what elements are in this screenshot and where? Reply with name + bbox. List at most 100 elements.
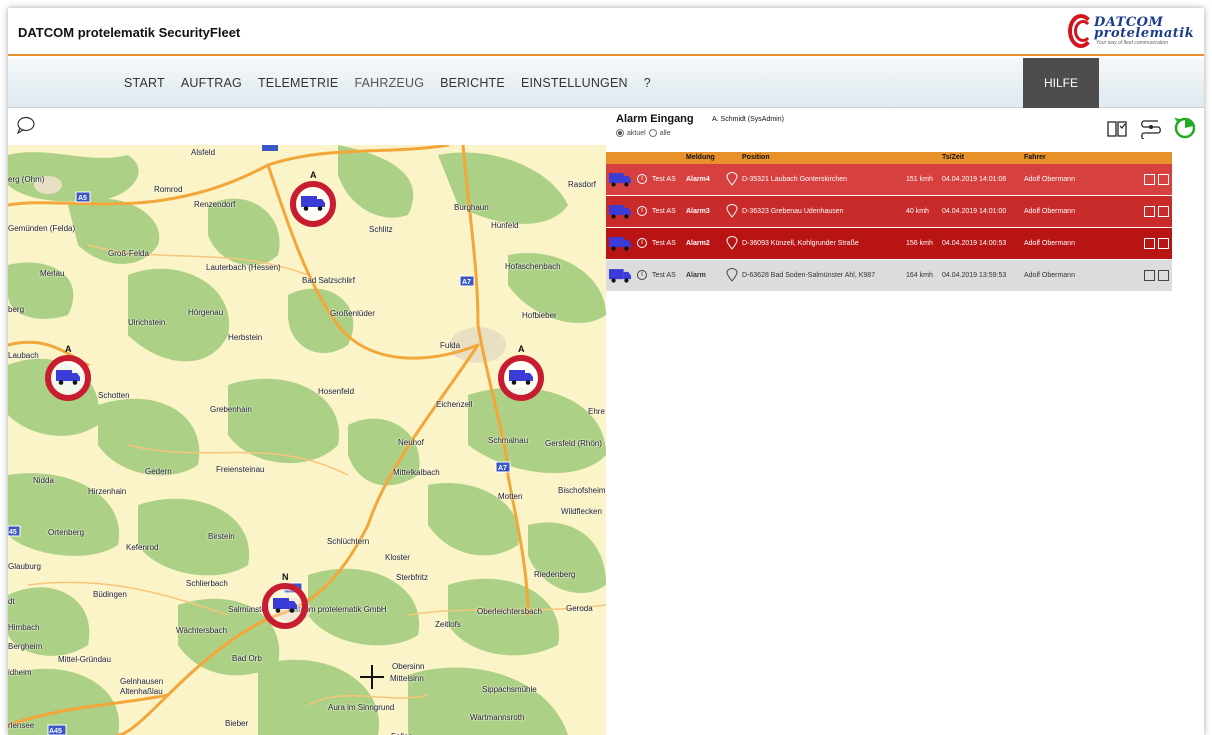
- map-place-label: Mittelkalbach: [393, 468, 440, 477]
- alarm-speed: 156 kmh: [906, 240, 933, 247]
- map-place-label: Hörgenau: [188, 308, 224, 317]
- alarm-row[interactable]: i Test AS Alarm2 D-36093 Künzell, Kohlgrund…: [606, 228, 1172, 260]
- nav-item-help-question[interactable]: ?: [644, 76, 651, 90]
- map-place-label: Lauterbach (Hessen): [206, 263, 281, 272]
- map-view[interactable]: A5 A7 A7 A66 A45 45 Alsfeld erg (Ohm) Romr…: [8, 145, 606, 735]
- map-place-label: Hosenfeld: [318, 387, 355, 396]
- alarm-timestamp: 04.04.2019 13:59:53: [942, 272, 1007, 279]
- svg-text:45: 45: [9, 529, 17, 536]
- truck-icon: [301, 196, 325, 211]
- map-place-label: Gedern: [145, 467, 172, 476]
- svg-text:A7: A7: [462, 279, 471, 286]
- details-icon[interactable]: [1144, 206, 1155, 217]
- route-icon[interactable]: [1140, 117, 1162, 139]
- map-place-label: Gemünden (Felda): [8, 224, 76, 233]
- location-pin-icon[interactable]: [726, 268, 738, 282]
- map-place-label: berg: [8, 305, 25, 314]
- crosshair-cursor-icon: [360, 665, 384, 689]
- map-place-label: Herbstein: [228, 333, 263, 342]
- close-icon[interactable]: [1158, 238, 1169, 249]
- info-icon[interactable]: i: [637, 206, 647, 216]
- map-place-label: Fulda: [440, 341, 461, 350]
- help-button[interactable]: HILFE: [1023, 58, 1099, 108]
- info-icon[interactable]: i: [637, 270, 647, 280]
- map-place-label: Hofaschenbach: [505, 262, 561, 271]
- alarm-timestamp: 04.04.2019 14:00:53: [942, 240, 1007, 247]
- location-pin-icon[interactable]: [726, 236, 738, 250]
- map-place-label: Kloster: [385, 553, 410, 562]
- map-place-label: Groß-Felda: [108, 249, 149, 258]
- details-icon[interactable]: [1144, 238, 1155, 249]
- alarm-driver: Adolf Obermann: [1024, 176, 1075, 183]
- close-icon[interactable]: [1158, 270, 1169, 281]
- vehicle-marker-alarm[interactable]: A: [45, 344, 91, 401]
- logo-line-2: protelematik: [1094, 26, 1195, 41]
- app-title: DATCOM protelematik SecurityFleet: [18, 25, 241, 40]
- truck-icon: [609, 237, 631, 251]
- nav-item-telemetrie[interactable]: TELEMETRIE: [258, 76, 339, 90]
- nav-item-einstellungen[interactable]: EINSTELLUNGEN: [521, 76, 628, 90]
- alarm-position: D-35321 Laubach Gonterskirchen: [742, 176, 848, 183]
- map-place-label: Bad Orb: [232, 654, 262, 663]
- map-place-label: Burghaun: [454, 203, 489, 212]
- logo-inner-arc-icon: [1074, 20, 1092, 42]
- map-place-label: Wartmannsroth: [470, 713, 525, 722]
- alarm-toolbar: [1106, 117, 1196, 139]
- location-pin-icon[interactable]: [726, 204, 738, 218]
- marker-letter: A: [65, 344, 72, 354]
- nav-item-auftrag[interactable]: AUFTRAG: [181, 76, 242, 90]
- alarm-rows: i Test AS Alarm4 D-35321 Laubach Gonterskir…: [606, 164, 1172, 292]
- alarm-message: Alarm3: [686, 208, 710, 215]
- map-place-label: Aura im Sinngrund: [328, 703, 395, 712]
- col-timestamp: Ts/Zeit: [942, 154, 965, 161]
- details-icon[interactable]: [1144, 174, 1155, 185]
- details-icon[interactable]: [1144, 270, 1155, 281]
- map-place-label: Schlierbach: [186, 579, 228, 588]
- map-place-label: Bad Salzschlirf: [302, 276, 355, 285]
- info-icon[interactable]: i: [637, 238, 647, 248]
- refresh-timer-icon[interactable]: [1174, 117, 1196, 139]
- info-icon[interactable]: i: [637, 174, 647, 184]
- vehicle-marker-alarm[interactable]: A: [290, 170, 336, 227]
- alarm-driver: Adolf Obermann: [1024, 272, 1075, 279]
- nav-item-fahrzeug[interactable]: FAHRZEUG: [354, 76, 424, 90]
- alarm-title: Alarm Eingang: [616, 113, 694, 125]
- map-place-label: Sterbfritz: [396, 573, 429, 582]
- col-driver: Fahrer: [1024, 154, 1046, 161]
- close-icon[interactable]: [1158, 206, 1169, 217]
- vehicle-marker-normal[interactable]: N: [262, 572, 308, 629]
- map-place-label: Wildflecken: [561, 507, 602, 516]
- map-place-label: Ehre: [588, 407, 605, 416]
- alarm-table: Meldung Position Ts/Zeit Fahrer i Test AS…: [606, 152, 1172, 292]
- book-icon[interactable]: [1106, 117, 1128, 139]
- current-user: A. Schmidt (SysAdmin): [712, 116, 784, 123]
- map-place-label: Laubach: [8, 351, 39, 360]
- map-place-label: Oberleichtersbach: [477, 607, 542, 616]
- map-place-label: Schlüchtern: [327, 537, 370, 546]
- map-place-label: Schlitz: [369, 225, 393, 234]
- map-place-label: Hofbieber: [522, 311, 557, 320]
- filter-current-radio[interactable]: [616, 129, 624, 137]
- location-pin-icon[interactable]: [726, 172, 738, 186]
- alarm-speed: 151 kmh: [906, 176, 933, 183]
- col-position: Position: [742, 154, 770, 161]
- nav-item-start[interactable]: START: [124, 76, 165, 90]
- alarm-row[interactable]: i Test AS Alarm4 D-35321 Laubach Gonterskir…: [606, 164, 1172, 196]
- filter-all-radio[interactable]: [648, 129, 657, 137]
- chat-bubble-icon[interactable]: [16, 116, 36, 134]
- alarm-panel: Alarm Eingang A. Schmidt (SysAdmin) aktu…: [606, 109, 1204, 735]
- alarm-message: Alarm2: [686, 240, 710, 247]
- vehicle-marker-alarm[interactable]: A: [498, 344, 544, 401]
- map-place-label: Altenhaßlau: [120, 687, 163, 696]
- nav-item-berichte[interactable]: BERICHTE: [440, 76, 505, 90]
- truck-icon: [609, 205, 631, 219]
- close-icon[interactable]: [1158, 174, 1169, 185]
- alarm-row[interactable]: i Test AS Alarm3 D-36323 Grebenau Udenhause…: [606, 196, 1172, 228]
- alarm-row[interactable]: i Test AS Alarm D-63628 Bad Soden-Salmünste…: [606, 260, 1172, 292]
- app-header: DATCOM protelematik SecurityFleet DATCOM…: [8, 8, 1204, 56]
- map-place-label: Grebenhain: [210, 405, 252, 414]
- alarm-position: D-63628 Bad Soden-Salmünster Ahl, K987: [742, 272, 876, 279]
- marker-letter: N: [282, 572, 289, 582]
- svg-text:A5: A5: [78, 195, 87, 202]
- alarm-driver: Adolf Obermann: [1024, 240, 1075, 247]
